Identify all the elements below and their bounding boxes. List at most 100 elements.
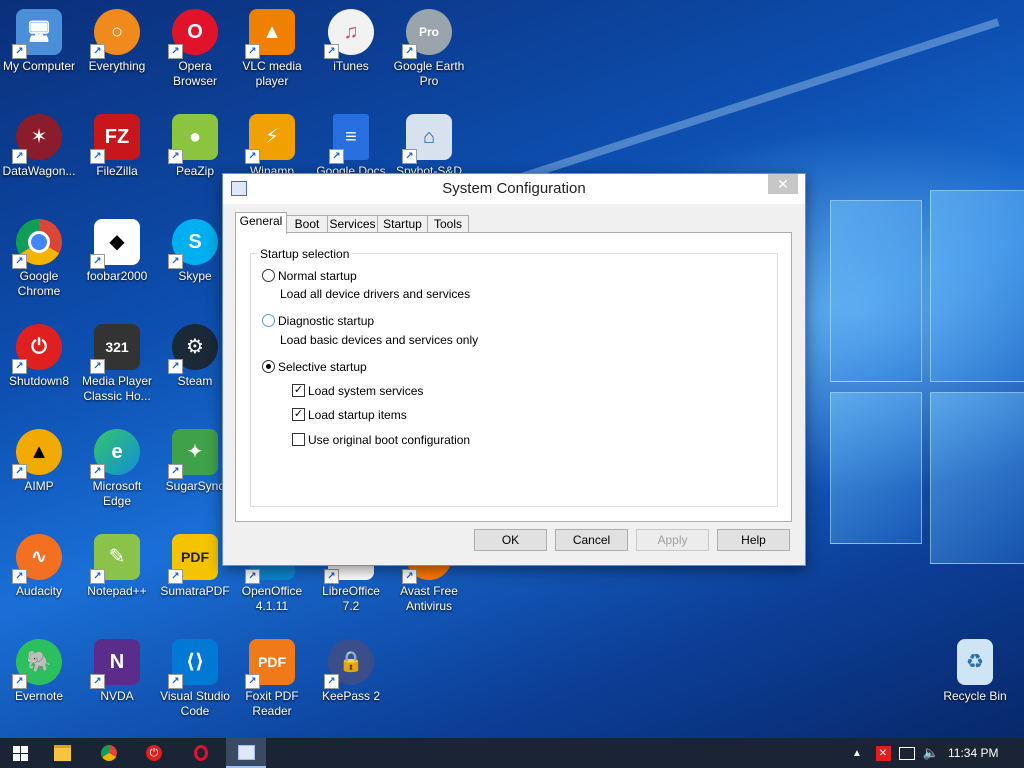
desktop-icon-itunes[interactable]: ♫ ↗ iTunes [313, 3, 389, 103]
desktop-icon-evernote[interactable]: 🐘 ↗ Evernote [1, 633, 77, 733]
system-configuration-dialog: System Configuration ✕ General Boot Serv… [222, 173, 806, 566]
desktop-icon-everything[interactable]: ○ ↗ Everything [79, 3, 155, 103]
desktop-icon-mpc-hc[interactable]: 321 ↗ Media Player Classic Ho... [79, 318, 155, 418]
taskbar-system-configuration[interactable] [226, 738, 266, 768]
opera-icon: O ↗ [168, 9, 218, 59]
desktop-icon-my-computer[interactable]: 🖥 ↗ My Computer [1, 3, 77, 103]
general-tab-panel: Startup selection Normal startup Load al… [235, 232, 792, 522]
load-system-services-label[interactable]: Load system services [308, 384, 423, 398]
normal-startup-radio[interactable] [262, 269, 275, 282]
desktop-icon-shutdown8[interactable]: ⏻ ↗ Shutdown8 [1, 318, 77, 418]
wallpaper-pane [930, 190, 1024, 382]
speaker-muted-icon: 🔈 [922, 745, 940, 760]
keepass-icon: 🔒 ↗ [324, 639, 374, 689]
load-startup-items-label[interactable]: Load startup items [308, 408, 407, 422]
google-earth-icon: Pro ↗ [402, 9, 452, 59]
opera-icon [194, 745, 208, 761]
power-icon: ⏻ ↗ [12, 324, 62, 374]
nvda-icon: N ↗ [90, 639, 140, 689]
desktop-icon-filezilla[interactable]: FZ ↗ FileZilla [79, 108, 155, 208]
taskbar-shutdown8[interactable]: ⏻ [134, 738, 174, 768]
recycle-bin-icon: ♻ [957, 639, 993, 685]
desktop-icon-notepadpp[interactable]: ✎ ↗ Notepad++ [79, 528, 155, 628]
load-system-services-checkbox[interactable]: ✓ [292, 384, 305, 397]
foobar-icon: ◆ ↗ [90, 219, 140, 269]
desktop-icon-vscode[interactable]: ⟨⟩ ↗ Visual Studio Code [157, 633, 233, 733]
mpc-hc-icon: 321 ↗ [90, 324, 140, 374]
foxit-icon: PDF ↗ [245, 639, 295, 689]
skype-icon: S ↗ [168, 219, 218, 269]
sugarsync-icon: ✦ ↗ [168, 429, 218, 479]
evernote-icon: 🐘 ↗ [12, 639, 62, 689]
normal-startup-desc: Load all device drivers and services [280, 287, 471, 301]
group-title: Startup selection [257, 247, 353, 261]
show-hidden-icons-button[interactable]: ▲ [842, 738, 872, 768]
antivirus-tray-icon: ✕ [875, 745, 891, 761]
system-config-icon [237, 744, 255, 760]
winamp-icon: ⚡ ↗ [245, 114, 295, 164]
selective-startup-label[interactable]: Selective startup [278, 360, 367, 374]
selective-startup-radio[interactable] [262, 360, 275, 373]
spybot-icon: ⌂ ↗ [402, 114, 452, 164]
sumatrapdf-icon: PDF ↗ [168, 534, 218, 584]
diagnostic-startup-desc: Load basic devices and services only [280, 333, 479, 347]
load-startup-items-checkbox[interactable]: ✓ [292, 408, 305, 421]
desktop-icon-vlc[interactable]: ▲ ↗ VLC media player [234, 3, 310, 103]
power-icon: ⏻ [146, 745, 162, 761]
desktop-icon-chrome[interactable]: ↗ Google Chrome [1, 213, 77, 313]
computer-icon: 🖥 ↗ [12, 9, 62, 59]
taskbar-file-explorer[interactable] [42, 738, 82, 768]
startup-selection-group: Startup selection Normal startup Load al… [250, 247, 778, 507]
start-button[interactable] [0, 738, 40, 768]
aimp-icon: ▲ ↗ [12, 429, 62, 479]
desktop-icon-edge[interactable]: e ↗ Microsoft Edge [79, 423, 155, 523]
use-original-boot-label[interactable]: Use original boot configuration [308, 433, 470, 447]
itunes-icon: ♫ ↗ [324, 9, 374, 59]
desktop-icon-google-earth[interactable]: Pro ↗ Google Earth Pro [391, 3, 467, 103]
diagnostic-startup-radio[interactable] [262, 314, 275, 327]
chrome-icon: ↗ [12, 219, 62, 269]
tab-startup[interactable]: Startup [377, 215, 428, 233]
close-button[interactable]: ✕ [768, 174, 798, 194]
tab-services[interactable]: Services [327, 215, 378, 233]
notepadpp-icon: ✎ ↗ [90, 534, 140, 584]
help-button[interactable]: Help [717, 529, 790, 551]
diagnostic-startup-label[interactable]: Diagnostic startup [278, 314, 374, 328]
desktop-icon-audacity[interactable]: ∿ ↗ Audacity [1, 528, 77, 628]
taskbar-clock[interactable]: 11:34 PM [948, 746, 998, 760]
use-original-boot-checkbox[interactable] [292, 433, 305, 446]
desktop-icon-foobar2000[interactable]: ◆ ↗ foobar2000 [79, 213, 155, 313]
cancel-button[interactable]: Cancel [555, 529, 628, 551]
desktop-icon-aimp[interactable]: ▲ ↗ AIMP [1, 423, 77, 523]
tab-general[interactable]: General [235, 212, 287, 234]
steam-icon: ⚙ ↗ [168, 324, 218, 374]
desktop-icon-nvda[interactable]: N ↗ NVDA [79, 633, 155, 733]
tray-volume[interactable]: 🔈 [918, 738, 944, 768]
chrome-icon [101, 745, 117, 761]
vscode-icon: ⟨⟩ ↗ [168, 639, 218, 689]
wallpaper-beam [498, 18, 1000, 188]
taskbar-chrome[interactable] [89, 738, 129, 768]
desktop-icon-foxit[interactable]: PDF ↗ Foxit PDF Reader [234, 633, 310, 733]
apply-button[interactable]: Apply [636, 529, 709, 551]
google-docs-icon: ≡ ↗ [329, 114, 369, 164]
normal-startup-label[interactable]: Normal startup [278, 269, 357, 283]
tab-tools[interactable]: Tools [427, 215, 469, 233]
desktop-icon-datawagon[interactable]: ✶ ↗ DataWagon... [1, 108, 77, 208]
chevron-up-icon: ▲ [852, 747, 862, 759]
desktop-icon-keepass[interactable]: 🔒 ↗ KeePass 2 [313, 633, 389, 733]
edge-icon: e ↗ [90, 429, 140, 479]
dialog-title: System Configuration [442, 180, 586, 197]
taskbar-opera[interactable] [181, 738, 221, 768]
file-explorer-icon [53, 745, 71, 761]
desktop-icon-recycle-bin[interactable]: ♻ Recycle Bin [937, 633, 1013, 733]
tray-antivirus[interactable]: ✕ [870, 738, 896, 768]
dialog-titlebar[interactable]: System Configuration ✕ [223, 174, 805, 204]
tray-network[interactable] [894, 738, 920, 768]
peazip-icon: ● ↗ [168, 114, 218, 164]
desktop-icon-opera[interactable]: O ↗ Opera Browser [157, 3, 233, 103]
tab-boot[interactable]: Boot [286, 215, 328, 233]
ok-button[interactable]: OK [474, 529, 547, 551]
vlc-icon: ▲ ↗ [245, 9, 295, 59]
everything-icon: ○ ↗ [90, 9, 140, 59]
